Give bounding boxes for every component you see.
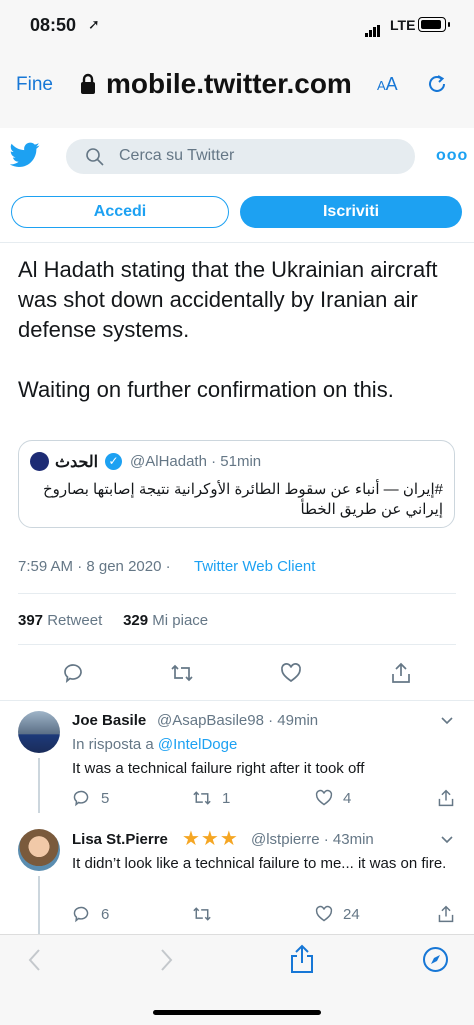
share-icon[interactable] (437, 788, 455, 808)
location-arrow-icon: ➚ (88, 16, 100, 32)
twitter-logo-icon[interactable] (10, 142, 40, 168)
retweet-icon[interactable] (192, 789, 212, 807)
tweet-stats: 397 Retweet 329 Mi piace (18, 612, 209, 629)
more-icon[interactable]: ooo (436, 147, 468, 165)
retweet-count: 1 (222, 790, 231, 807)
battery-icon (418, 17, 446, 32)
tweet-text: Al Hadath stating that the Ukrainian air… (18, 257, 438, 402)
like-count: 4 (343, 790, 352, 807)
home-indicator (153, 1010, 321, 1015)
reply-to-line: In risposta a @IntelDoge (72, 736, 238, 753)
divider (0, 700, 474, 701)
reply-icon[interactable] (72, 905, 90, 923)
signup-button[interactable]: Iscriviti (240, 196, 462, 228)
like-icon[interactable] (280, 662, 302, 684)
reply-author-name[interactable]: Joe Basile (72, 712, 146, 729)
avatar[interactable] (18, 711, 60, 753)
status-time: 08:50 (30, 15, 77, 35)
like-icon[interactable] (315, 789, 333, 807)
divider (18, 644, 456, 645)
divider (18, 593, 456, 594)
reply-handle[interactable]: @lstpierre · 43min (251, 831, 374, 848)
retweet-count[interactable]: 397 (18, 612, 43, 629)
reply-author-name[interactable]: Lisa St.Pierre (72, 831, 168, 848)
thread-line (38, 758, 40, 813)
tweet-client-link[interactable]: Twitter Web Client (194, 558, 315, 575)
reply-icon[interactable] (62, 662, 84, 684)
text-size-button[interactable]: AAAA (377, 74, 398, 95)
signal-icon (365, 19, 381, 37)
back-icon[interactable] (27, 948, 41, 972)
quoted-author-name: الحدث (55, 454, 99, 471)
search-icon (86, 148, 104, 166)
reply-text: It didn’t look like a technical failure … (72, 855, 447, 872)
quoted-text: #إيران — أنباء عن سقوط الطائرة الأوكراني… (42, 481, 443, 518)
compass-icon[interactable] (422, 946, 449, 973)
like-icon[interactable] (315, 905, 333, 923)
login-button[interactable]: Accedi (11, 196, 229, 228)
lock-icon (81, 73, 95, 94)
reply-handle[interactable]: @AsapBasile98 · 49min (157, 712, 318, 729)
forward-icon[interactable] (160, 948, 174, 972)
quoted-avatar (30, 452, 49, 471)
tweet-timestamp: 7:59 AM · 8 gen 2020 · (18, 558, 171, 575)
reply-to-link[interactable]: @IntelDoge (158, 736, 237, 753)
chevron-down-icon[interactable] (440, 716, 454, 726)
quoted-meta: @AlHadath · 51min (130, 453, 262, 470)
chevron-down-icon[interactable] (440, 835, 454, 845)
retweet-icon[interactable] (192, 905, 212, 923)
battery-tip (448, 22, 450, 27)
avatar[interactable] (18, 829, 60, 871)
verified-icon: ✓ (105, 453, 122, 470)
url-field[interactable]: mobile.twitter.com (106, 68, 352, 100)
like-count[interactable]: 329 (123, 612, 148, 629)
search-placeholder[interactable]: Cerca su Twitter (119, 147, 234, 165)
stars-emoji: ★★★ (182, 828, 239, 850)
carrier-label: LTE (390, 17, 416, 33)
thread-line (38, 876, 40, 934)
like-count: 24 (343, 906, 360, 923)
reply-count: 5 (101, 790, 110, 807)
share-icon[interactable] (390, 661, 412, 685)
reply-icon[interactable] (72, 789, 90, 807)
share-icon[interactable] (289, 944, 315, 974)
done-button[interactable]: Fine (16, 74, 53, 96)
reply-text: It was a technical failure right after i… (72, 760, 365, 777)
reply-count: 6 (101, 906, 110, 923)
share-icon[interactable] (437, 904, 455, 924)
retweet-icon[interactable] (170, 662, 194, 684)
reload-icon[interactable] (426, 73, 448, 95)
